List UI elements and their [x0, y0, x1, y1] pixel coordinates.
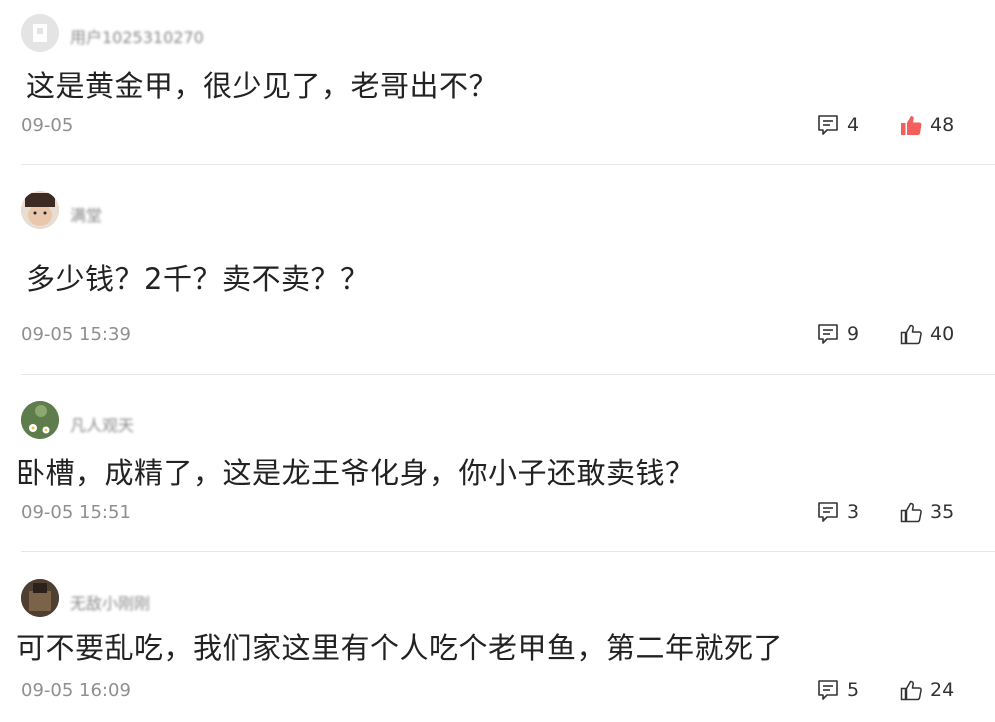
comment-time: 09-05 16:09	[21, 680, 131, 701]
username[interactable]: 满堂	[70, 202, 102, 226]
like-button[interactable]: 35	[900, 501, 954, 523]
like-button[interactable]: 48	[900, 114, 954, 136]
comment-text: 这是黄金甲，很少见了，老哥出不？	[26, 69, 499, 103]
user-photo-icon	[21, 579, 59, 617]
like-count: 35	[930, 501, 955, 523]
thumbs-up-icon	[900, 502, 922, 523]
reply-button[interactable]: 3	[817, 501, 859, 523]
username[interactable]: 凡人观天	[70, 412, 134, 436]
reply-button[interactable]: 5	[817, 679, 859, 701]
comment-bubble-icon	[818, 680, 838, 700]
comment-text: 可不要乱吃，我们家这里有个人吃个老甲鱼，第二年就死了	[16, 631, 784, 665]
comment-bubble-icon	[818, 324, 838, 344]
comment-time: 09-05 15:39	[21, 324, 131, 345]
reply-button[interactable]: 9	[817, 323, 859, 345]
comment-item: 满堂 多少钱？2千？卖不卖？？ 09-05 15:39 9 40	[0, 165, 995, 375]
user-photo-icon	[21, 191, 59, 229]
username[interactable]: 用户1025310270	[70, 24, 204, 48]
avatar[interactable]	[21, 579, 59, 617]
like-button[interactable]: 24	[900, 679, 954, 701]
reply-count: 3	[847, 501, 860, 523]
like-button[interactable]: 40	[900, 323, 954, 345]
reply-count: 9	[847, 323, 860, 345]
comment-bubble-icon	[818, 502, 838, 522]
comment-time: 09-05	[21, 115, 74, 136]
username[interactable]: 无敌小刚刚	[70, 590, 150, 614]
user-photo-icon	[21, 401, 59, 439]
like-count: 24	[930, 679, 955, 701]
avatar[interactable]	[21, 191, 59, 229]
reply-count: 4	[847, 114, 860, 136]
comment-item: 无敌小刚刚 可不要乱吃，我们家这里有个人吃个老甲鱼，第二年就死了 09-05 1…	[0, 552, 995, 722]
comment-text: 多少钱？2千？卖不卖？？	[26, 262, 370, 296]
reply-button[interactable]: 4	[817, 114, 859, 136]
avatar[interactable]	[21, 401, 59, 439]
like-count: 48	[930, 114, 955, 136]
comment-text: 卧槽，成精了，这是龙王爷化身，你小子还敢卖钱？	[16, 456, 695, 490]
comment-item: 凡人观天 卧槽，成精了，这是龙王爷化身，你小子还敢卖钱？ 09-05 15:51…	[0, 375, 995, 552]
comment-time: 09-05 15:51	[21, 502, 131, 523]
thumbs-up-icon	[900, 680, 922, 701]
reply-count: 5	[847, 679, 860, 701]
thumbs-up-icon	[900, 324, 922, 345]
avatar[interactable]	[21, 14, 59, 52]
thumbs-up-icon	[901, 116, 922, 135]
like-count: 40	[930, 323, 955, 345]
default-avatar-icon	[21, 14, 59, 52]
comment-bubble-icon	[818, 115, 838, 135]
comment-item: 用户1025310270 这是黄金甲，很少见了，老哥出不？ 09-05 4 48	[0, 0, 995, 165]
